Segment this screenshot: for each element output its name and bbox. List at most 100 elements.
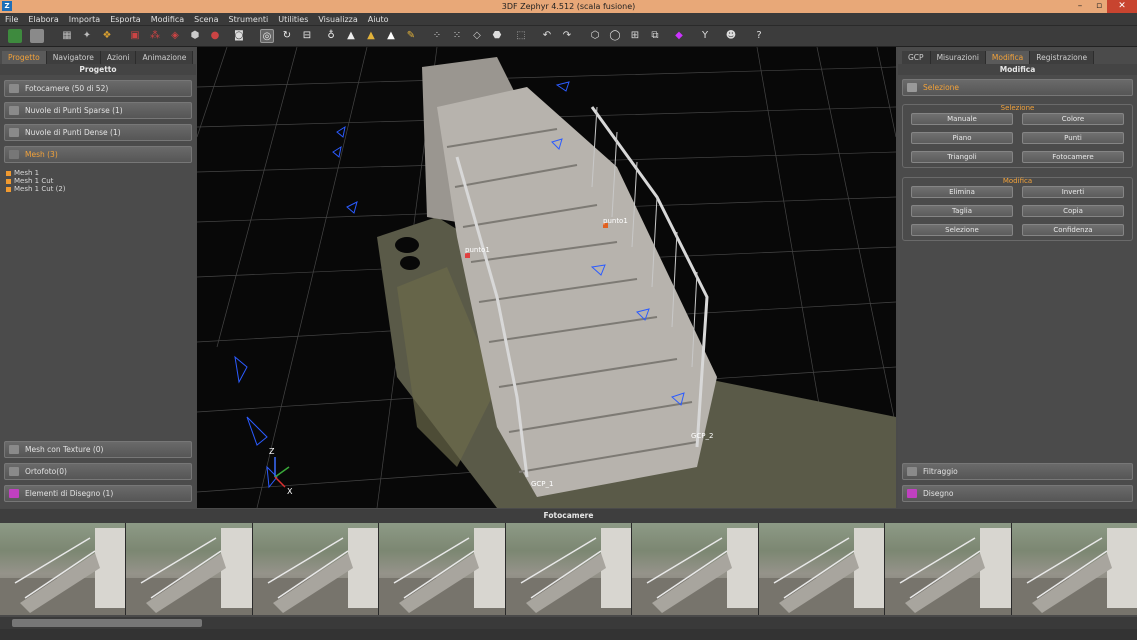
cameras-strip[interactable]	[0, 523, 1137, 615]
cube-solid-icon[interactable]: ⬣	[490, 29, 504, 43]
points-icon[interactable]: ⁘	[430, 29, 444, 43]
cameras-scrollbar[interactable]	[0, 617, 1137, 629]
camera-thumbnail[interactable]	[0, 523, 126, 615]
paint-icon[interactable]: ✎	[404, 29, 418, 43]
drawing-button[interactable]: Disegno	[902, 485, 1133, 502]
cut-button[interactable]: Taglia	[911, 205, 1013, 217]
points-select-button[interactable]: Punti	[1022, 132, 1124, 144]
sparse-icon[interactable]: ▦	[60, 29, 74, 43]
tab-navigatore[interactable]: Navigatore	[46, 51, 101, 64]
orbit-icon[interactable]: ◎	[260, 29, 274, 43]
drawing-elements-icon	[9, 489, 19, 498]
open-icon[interactable]	[8, 29, 22, 43]
mask-icon[interactable]: ☻	[724, 29, 738, 43]
triangles-select-button[interactable]: Triangoli	[911, 151, 1013, 163]
mesh-label: Mesh (3)	[25, 150, 58, 159]
camera-thumbnail[interactable]	[1011, 523, 1137, 615]
drawing-elements-label: Elementi di Disegno (1)	[25, 489, 114, 498]
delete-button[interactable]: Elimina	[911, 186, 1013, 198]
tab-gcp[interactable]: GCP	[902, 51, 931, 64]
tab-animazione[interactable]: Animazione	[136, 51, 194, 64]
textured-mesh-button[interactable]: Mesh con Texture (0)	[4, 441, 192, 458]
menu-esporta[interactable]: Esporta	[105, 13, 146, 26]
camera-thumbnail[interactable]	[758, 523, 885, 615]
menu-elabora[interactable]: Elabora	[23, 13, 63, 26]
menu-file[interactable]: File	[0, 13, 23, 26]
plane-select-button[interactable]: Piano	[911, 132, 1013, 144]
snapshot-icon[interactable]: ◙	[232, 29, 246, 43]
help-icon[interactable]: ?	[752, 29, 766, 43]
triangle-white-icon[interactable]: ▲	[384, 29, 398, 43]
brush-icon[interactable]: ⬢	[188, 29, 202, 43]
camera-red-icon[interactable]: ▣	[128, 29, 142, 43]
scrollbar-thumb[interactable]	[12, 619, 202, 627]
points-alt-icon[interactable]: ⁙	[450, 29, 464, 43]
drawing-label: Disegno	[923, 489, 954, 498]
mesh-icon[interactable]: ❖	[100, 29, 114, 43]
menu-visualizza[interactable]: Visualizza	[313, 13, 362, 26]
orthophoto-button[interactable]: Ortofoto(0)	[4, 463, 192, 480]
close-button[interactable]: ✕	[1107, 0, 1137, 13]
stamp-icon[interactable]: ⊞	[628, 29, 642, 43]
layers-icon[interactable]: ⧉	[648, 29, 662, 43]
camera-thumbnail[interactable]	[379, 523, 505, 615]
tab-misurazioni[interactable]: Misurazioni	[930, 51, 986, 64]
undo-icon[interactable]: ↶	[540, 29, 554, 43]
mesh-tree-item[interactable]: Mesh 1	[6, 169, 66, 177]
camera-thumbnail[interactable]	[885, 523, 1011, 615]
sparse-cloud-button[interactable]: Nuvole di Punti Sparse (1)	[4, 102, 192, 119]
gcp-label-2: GCP_2	[691, 432, 714, 440]
manual-select-button[interactable]: Manuale	[911, 113, 1013, 125]
mesh-button[interactable]: Mesh (3)	[4, 146, 192, 163]
selection-action-button[interactable]: Selezione	[911, 224, 1013, 236]
camera-thumbnail[interactable]	[126, 523, 252, 615]
tab-registrazione[interactable]: Registrazione	[1030, 51, 1095, 64]
redo-icon[interactable]: ↷	[560, 29, 574, 43]
menu-modifica[interactable]: Modifica	[146, 13, 189, 26]
gcp-label-1: GCP_1	[531, 480, 554, 488]
save-icon[interactable]	[30, 29, 44, 43]
camera-thumbnail[interactable]	[505, 523, 632, 615]
menu-strumenti[interactable]: Strumenti	[224, 13, 274, 26]
color-select-button[interactable]: Colore	[1022, 113, 1124, 125]
mesh-red-icon[interactable]: ◈	[168, 29, 182, 43]
triangle-icon[interactable]: ▲	[344, 29, 358, 43]
select-poly-icon[interactable]: ⬡	[588, 29, 602, 43]
menu-scena[interactable]: Scena	[189, 13, 223, 26]
selection-section-button[interactable]: Selezione	[902, 79, 1133, 96]
rotate-icon[interactable]: ↻	[280, 29, 294, 43]
light-icon[interactable]: ♁	[324, 29, 338, 43]
camera-thumbnail[interactable]	[252, 523, 379, 615]
menu-utilities[interactable]: Utilities	[273, 13, 313, 26]
fill-icon[interactable]: ◆	[672, 29, 686, 43]
confidence-button[interactable]: Confidenza	[1022, 224, 1124, 236]
cube-icon[interactable]: ◇	[470, 29, 484, 43]
dense-icon[interactable]: ✦	[80, 29, 94, 43]
menu-importa[interactable]: Importa	[64, 13, 105, 26]
selection-group: Selezione Manuale Colore Piano Punti Tri…	[902, 104, 1133, 168]
cameras-select-button[interactable]: Fotocamere	[1022, 151, 1124, 163]
filtering-button[interactable]: Filtraggio	[902, 463, 1133, 480]
tab-azioni[interactable]: Azioni	[100, 51, 137, 64]
drawing-elements-button[interactable]: Elementi di Disegno (1)	[4, 485, 192, 502]
mesh-tree-item[interactable]: Mesh 1 Cut (2)	[6, 185, 66, 193]
dense-cloud-button[interactable]: Nuvole di Punti Dense (1)	[4, 124, 192, 141]
invert-button[interactable]: Inverti	[1022, 186, 1124, 198]
copy-button[interactable]: Copia	[1022, 205, 1124, 217]
sphere-icon[interactable]: ●	[208, 29, 222, 43]
cloud-red-icon[interactable]: ⁂	[148, 29, 162, 43]
minimize-button[interactable]: –	[1071, 0, 1089, 13]
caliper-icon[interactable]: Y	[698, 29, 712, 43]
maximize-button[interactable]: ▫	[1090, 0, 1108, 13]
mesh-tree-item[interactable]: Mesh 1 Cut	[6, 177, 66, 185]
tab-progetto[interactable]: Progetto	[2, 51, 47, 64]
triangle-gold-icon[interactable]: ▲	[364, 29, 378, 43]
pan-icon[interactable]: ⊟	[300, 29, 314, 43]
lasso-icon[interactable]: ◯	[608, 29, 622, 43]
camera-thumbnail[interactable]	[632, 523, 758, 615]
bbox-icon[interactable]: ⬚	[514, 29, 528, 43]
menu-aiuto[interactable]: Aiuto	[363, 13, 394, 26]
3d-viewport[interactable]: punto1 punto1 GCP_2 GCP_1 Z X	[197, 47, 896, 508]
tab-modifica[interactable]: Modifica	[985, 51, 1031, 64]
cameras-button[interactable]: Fotocamere (50 di 52)	[4, 80, 192, 97]
